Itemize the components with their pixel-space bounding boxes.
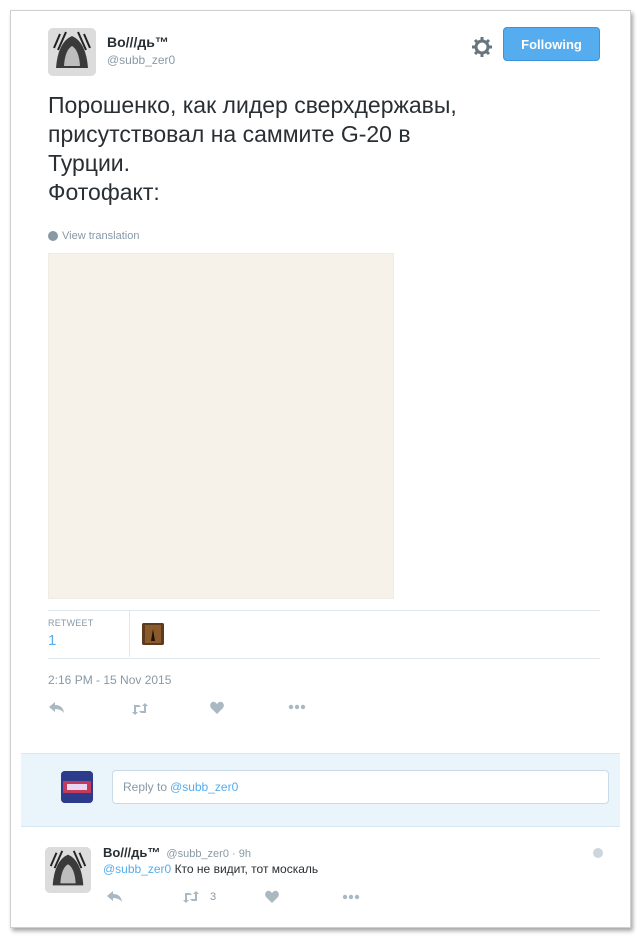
reply-tweet-text: @subb_zer0 Кто не видит, тот москаль (103, 862, 318, 876)
reply-icon[interactable] (107, 891, 123, 903)
retweeter-avatar[interactable] (142, 623, 164, 645)
tweet-photo[interactable] (48, 253, 394, 599)
reply-tweet-header: Во///дь™ @subb_zer0 · 9h (103, 845, 251, 860)
like-icon[interactable] (210, 701, 224, 714)
current-user-avatar (61, 771, 93, 803)
stat-separator (129, 611, 130, 657)
tweet-card: Во///дь™ @subb_zer0 Following Порошенко,… (10, 10, 631, 928)
globe-icon (48, 231, 58, 241)
more-icon[interactable] (288, 704, 306, 710)
reply-author-name[interactable]: Во///дь™ (103, 845, 160, 860)
more-options-icon[interactable] (593, 848, 603, 858)
author-display-name[interactable]: Во///дь™ (107, 34, 169, 50)
retweet-stat-count[interactable]: 1 (48, 632, 56, 649)
tweet-text: Порошенко, как лидер сверхдержавы, прису… (48, 92, 457, 205)
following-button[interactable]: Following (503, 27, 600, 61)
reply-mention[interactable]: @subb_zer0 (103, 862, 171, 876)
reply-box: Reply to @subb_zer0 (21, 753, 620, 827)
reply-author-meta[interactable]: @subb_zer0 · 9h (166, 848, 251, 860)
reply-placeholder-mention: @subb_zer0 (170, 780, 239, 794)
divider (48, 610, 600, 611)
like-icon[interactable] (265, 890, 279, 903)
more-icon[interactable] (342, 894, 360, 900)
reply-icon[interactable] (49, 702, 65, 714)
reply-placeholder-prefix: Reply to (123, 780, 168, 794)
author-handle[interactable]: @subb_zer0 (107, 53, 175, 67)
reply-input[interactable]: Reply to @subb_zer0 (112, 770, 609, 804)
gear-icon[interactable] (470, 35, 494, 59)
author-avatar[interactable] (48, 28, 96, 76)
retweet-icon[interactable] (131, 703, 149, 715)
reply-author-avatar[interactable] (45, 847, 91, 893)
tweet-timestamp[interactable]: 2:16 PM - 15 Nov 2015 (48, 673, 171, 687)
reply-retweet-count: 3 (210, 891, 217, 903)
reply-body: Кто не видит, тот москаль (171, 862, 319, 876)
view-translation-link[interactable]: View translation (48, 230, 139, 242)
divider (48, 658, 600, 659)
view-translation-label: View translation (62, 230, 140, 242)
retweet-stat-label[interactable]: RETWEET (48, 618, 93, 628)
retweet-icon[interactable]: 3 (182, 891, 216, 903)
